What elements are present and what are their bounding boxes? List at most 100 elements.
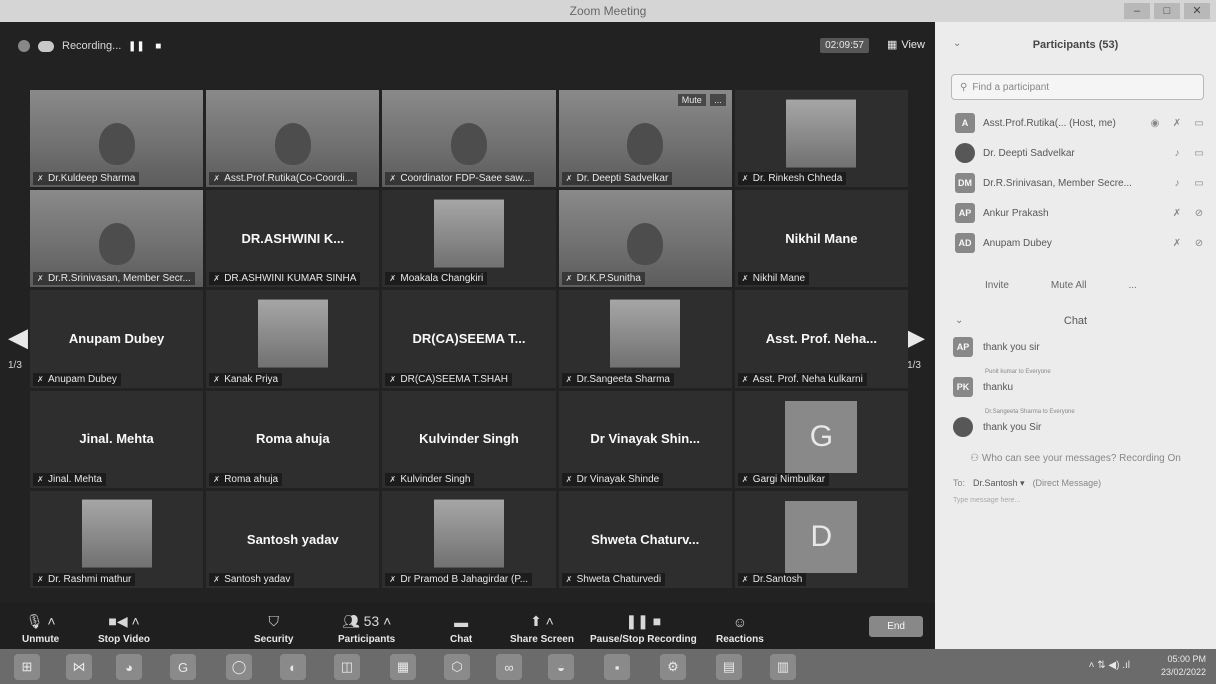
participant-face [98, 223, 135, 266]
taskbar-app-icon[interactable]: G [170, 654, 196, 680]
chat-recipient-row: To: Dr.Santosh ▾ (Direct Message) [935, 478, 1216, 489]
taskbar-app-icon[interactable]: ▪ [604, 654, 630, 680]
video-tile[interactable]: Santosh yadav ✗ Santosh yadav [206, 490, 380, 588]
video-tile[interactable]: D ✗ Dr.Santosh [734, 490, 908, 588]
video-tile[interactable]: ✗ Dr.K.P.Sunitha [558, 190, 732, 288]
taskbar-app-icon[interactable]: ▤ [716, 654, 742, 680]
collapse-chevron-icon[interactable]: ⌄ [953, 38, 961, 49]
video-tile[interactable]: Asst. Prof. Neha... ✗ Asst. Prof. Neha kul… [734, 290, 908, 388]
unmute-button[interactable]: 🎙︎ ˄ Unmute [22, 613, 59, 645]
video-tile[interactable]: Shweta Chaturv... ✗ Shweta Chaturvedi [558, 490, 732, 588]
next-page-arrow[interactable]: ▶ [905, 322, 925, 353]
taskbar-app-icon[interactable]: ◫ [334, 654, 360, 680]
taskbar-app-icon[interactable]: ◒ [548, 654, 574, 680]
invite-button[interactable]: Invite [985, 280, 1009, 291]
taskbar-app-icon[interactable]: ◯ [226, 654, 252, 680]
tile-name-text: Asst. Prof. Neha kulkarni [752, 373, 863, 385]
camera-off-icon[interactable]: ⊘ [1192, 238, 1206, 249]
taskbar-app-icon[interactable]: ∞ [496, 654, 522, 680]
video-tile[interactable]: ✗ Dr.R.Srinivasan, Member Secr... [30, 190, 204, 288]
taskbar-app-icon[interactable]: ⊞ [14, 654, 40, 680]
camera-icon[interactable]: ▭ [1192, 178, 1206, 189]
chat-message-input[interactable]: Type message here... [935, 497, 1216, 504]
video-tile[interactable]: Jinal. Mehta ✗ Jinal. Mehta [30, 390, 204, 488]
taskbar-app-icon[interactable]: ▦ [390, 654, 416, 680]
camera-icon[interactable]: ▭ [1192, 118, 1206, 129]
video-tile[interactable]: ✗ Dr. Rinkesh Chheda [734, 90, 908, 188]
video-tile[interactable]: Mute... ✗ Dr. Deepti Sadvelkar [558, 90, 732, 188]
muted-mic-icon[interactable]: ✗ [1170, 118, 1184, 129]
previous-page-arrow[interactable]: ◀ [8, 322, 28, 353]
stop-video-button[interactable]: ■◀ ˄ Stop Video [98, 613, 150, 645]
close-button[interactable]: ✕ [1184, 3, 1210, 19]
video-tile[interactable]: Anupam Dubey ✗ Anupam Dubey [30, 290, 204, 388]
who-can-see-link[interactable]: ⚇ Who can see your messages? Recording O… [935, 453, 1216, 464]
maximize-button[interactable]: □ [1154, 3, 1180, 19]
video-tile[interactable]: ✗ Dr Pramod B Jahagirdar (P... [382, 490, 556, 588]
taskbar-app-icon[interactable]: ⚙ [660, 654, 686, 680]
video-tile[interactable]: ✗ Dr.Sangeeta Sharma [558, 290, 732, 388]
system-clock[interactable]: 05:00 PM 23/02/2022 [1161, 653, 1206, 679]
camera-off-icon[interactable]: ⊘ [1192, 208, 1206, 219]
video-tile[interactable]: Kulvinder Singh ✗ Kulvinder Singh [382, 390, 556, 488]
video-tile[interactable]: ✗ Kanak Priya [206, 290, 380, 388]
participant-row[interactable]: AP Ankur Prakash ✗ ⊘ [935, 198, 1216, 228]
shield-icon[interactable] [18, 40, 30, 52]
video-tile[interactable]: Roma ahuja ✗ Roma ahuja [206, 390, 380, 488]
camera-icon[interactable]: ▭ [1192, 148, 1206, 159]
tile-name-label: ✗ DR(CA)SEEMA T.SHAH [385, 372, 513, 386]
video-tile[interactable]: ✗ Coordinator FDP-Saee saw... [382, 90, 556, 188]
taskbar-app-icon[interactable]: ◕ [116, 654, 142, 680]
pause-icon[interactable]: ❚❚ [128, 39, 145, 53]
end-meeting-button[interactable]: End [869, 616, 923, 637]
taskbar-app-icon[interactable]: ⋈ [66, 654, 92, 680]
taskbar-app-icon[interactable]: ▥ [770, 654, 796, 680]
video-tile[interactable]: DR(CA)SEEMA T... ✗ DR(CA)SEEMA T.SHAH [382, 290, 556, 388]
video-tile[interactable]: Dr Vinayak Shin... ✗ Dr Vinayak Shinde [558, 390, 732, 488]
chat-message: PK thanku [935, 377, 1216, 397]
muted-mic-icon[interactable]: ✗ [1170, 238, 1184, 249]
tile-name-label: ✗ Dr.R.Srinivasan, Member Secr... [33, 272, 195, 286]
tile-more-button[interactable]: ... [710, 94, 726, 106]
reactions-button[interactable]: ☺ Reactions [716, 614, 764, 645]
participant-display-name: Kulvinder Singh [419, 431, 519, 447]
participant-actions: Invite Mute All ... [935, 258, 1216, 291]
participant-face [627, 223, 664, 266]
video-tile[interactable]: DR.ASHWINI K... ✗ DR.ASHWINI KUMAR SINHA [206, 190, 380, 288]
video-tile[interactable]: ✗ Asst.Prof.Rutika(Co-Coordi... [206, 90, 380, 188]
avatar [955, 143, 975, 163]
taskbar-app-icon[interactable]: ⬡ [444, 654, 470, 680]
participant-row[interactable]: Dr. Deepti Sadvelkar ♪ ▭ [935, 138, 1216, 168]
recipient-dropdown[interactable]: Dr.Santosh ▾ [973, 478, 1025, 489]
mic-icon[interactable]: ♪ [1170, 148, 1184, 159]
view-button[interactable]: ▦ View [887, 38, 925, 52]
muted-mic-icon[interactable]: ✗ [1170, 208, 1184, 219]
collapse-chevron-icon[interactable]: ⌄ [955, 315, 963, 326]
video-tile[interactable]: ✗ Dr.Kuldeep Sharma [30, 90, 204, 188]
video-tile[interactable]: G ✗ Gargi Nimbulkar [734, 390, 908, 488]
participant-name: Dr. Deepti Sadvelkar [983, 147, 1075, 159]
video-tile[interactable]: ✗ Dr. Rashmi mathur [30, 490, 204, 588]
tile-name-text: Santosh yadav [224, 573, 291, 585]
participant-search-input[interactable]: ⚲ Find a participant [951, 74, 1204, 100]
video-tile[interactable]: Nikhil Mane ✗ Nikhil Mane [734, 190, 908, 288]
participants-button[interactable]: 👥︎ 53 ˄ Participants [338, 613, 395, 645]
minimize-button[interactable]: – [1124, 3, 1150, 19]
participant-display-name: Dr Vinayak Shin... [590, 431, 700, 447]
participant-row[interactable]: A Asst.Prof.Rutika(... (Host, me) ◉ ✗ ▭ [935, 108, 1216, 138]
chat-button[interactable]: ▬ Chat [450, 614, 472, 645]
video-tile[interactable]: ✗ Moakala Changkiri [382, 190, 556, 288]
stop-icon[interactable]: ■ [151, 39, 165, 53]
security-button[interactable]: ⛉ Security [254, 613, 293, 645]
muted-mic-icon: ✗ [37, 474, 44, 484]
more-button[interactable]: ... [1128, 280, 1136, 291]
tray-icons[interactable]: ˄ ⇅ ◀) .ıl [1089, 660, 1130, 671]
mic-icon[interactable]: ♪ [1170, 178, 1184, 189]
tile-mute-button[interactable]: Mute [677, 94, 706, 106]
share-screen-button[interactable]: ⬆ ˄ Share Screen [510, 613, 574, 645]
pause-recording-button[interactable]: ❚❚ ■ Pause/Stop Recording [590, 613, 697, 645]
mute-all-button[interactable]: Mute All [1051, 280, 1087, 291]
participant-row[interactable]: AD Anupam Dubey ✗ ⊘ [935, 228, 1216, 258]
taskbar-app-icon[interactable]: ◐ [280, 654, 306, 680]
participant-row[interactable]: DM Dr.R.Srinivasan, Member Secre... ♪ ▭ [935, 168, 1216, 198]
